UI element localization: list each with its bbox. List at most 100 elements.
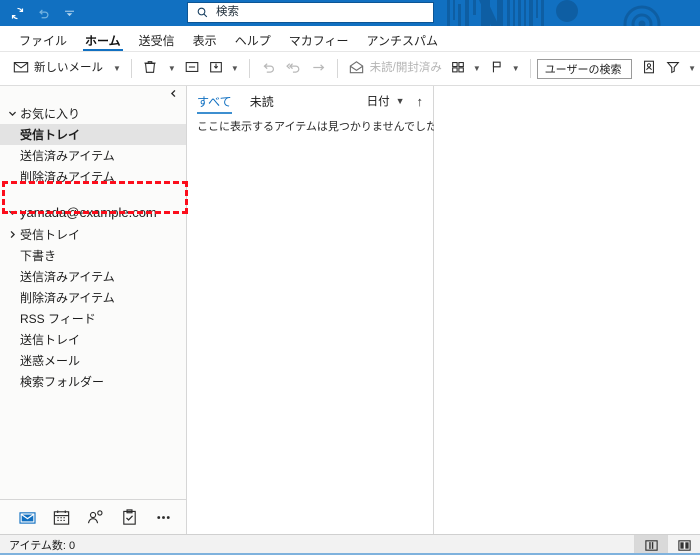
title-bar: 検索 [0,0,700,26]
unread-read-button[interactable]: 未読/開封済み [344,56,446,81]
arrow-up-icon[interactable]: ↑ [417,95,424,108]
tasks-icon[interactable] [112,504,146,530]
sidebar-item-account-search-folders[interactable]: 検索フォルダー [0,371,186,392]
flag-button[interactable]: ▼ [485,56,524,81]
chevron-down-icon [8,208,20,217]
calendar-icon[interactable] [44,504,78,530]
main-body: お気に入り 受信トレイ 送信済みアイテム 削除済みアイテム yamada@exa… [0,86,700,534]
undo-icon[interactable] [35,5,52,22]
sidebar-item-label: 削除済みアイテム [20,168,115,185]
flag-icon [489,59,505,78]
forward-button[interactable] [306,56,331,81]
status-bar: アイテム数: 0 [0,534,700,555]
filter-tab-unread[interactable]: 未読 [250,93,274,114]
new-mail-label: 新しいメール [34,63,103,75]
chevron-left-icon[interactable] [169,87,178,101]
tab-view[interactable]: 表示 [184,35,226,51]
message-list-body[interactable] [187,134,433,534]
sidebar-item-account-sent[interactable]: 送信済みアイテム [0,266,186,287]
chevron-down-icon[interactable]: ▼ [396,96,405,106]
quick-access-toolbar [0,5,78,22]
filter-funnel-icon [665,59,681,78]
ribbon-separator [249,59,250,78]
tab-mcafee[interactable]: マカフィー [280,35,358,51]
tab-home[interactable]: ホーム [76,35,130,51]
move-button[interactable]: ▼ [204,56,243,81]
outlook-window: 検索 [0,0,700,555]
chevron-down-icon [8,109,20,118]
sidebar-item-account[interactable]: yamada@example.com [0,200,186,224]
chevron-down-icon: ▼ [473,64,481,73]
message-list-pane: すべて 未読 日付 ▼ ↑ ここに表示するアイテムは見つかりませんでした。 [187,86,434,534]
delete-dropdown[interactable]: ▼ [162,56,180,81]
sort-controls: 日付 ▼ ↑ [367,93,423,113]
unread-read-label: 未読/開封済み [370,63,442,75]
reply-all-icon [285,59,302,79]
mail-icon[interactable] [10,504,44,530]
archive-icon [184,59,200,78]
sidebar-item-label: 迷惑メール [20,352,80,369]
sidebar-item-favorites-deleted[interactable]: 削除済みアイテム [0,166,186,187]
sidebar-item-label: RSS フィード [20,310,96,327]
reading-view-button[interactable] [667,535,700,555]
tab-file[interactable]: ファイル [10,35,76,51]
categorize-button[interactable]: ▼ [446,56,485,81]
folder-group-favorites[interactable]: お気に入り [0,103,186,124]
envelope-icon [13,59,29,78]
sidebar-item-label: 送信済みアイテム [20,268,115,285]
forward-arrow-icon [310,59,327,79]
tab-send-receive[interactable]: 送受信 [130,35,184,51]
title-bar-decoration [437,0,700,26]
people-icon[interactable] [78,504,112,530]
sidebar-item-favorites-inbox[interactable]: 受信トレイ [0,124,186,145]
chevron-down-icon: ▼ [113,64,121,73]
more-options-icon[interactable] [146,504,180,530]
sidebar-item-account-inbox[interactable]: 受信トレイ [0,224,186,245]
undo-button[interactable] [256,56,281,81]
sidebar-item-account-rss[interactable]: RSS フィード [0,308,186,329]
customize-quick-access-icon[interactable] [61,5,78,22]
account-email-label: yamada@example.com [20,205,157,220]
chevron-down-icon: ▼ [168,64,176,73]
view-mode-buttons [634,535,700,555]
trash-icon [142,59,158,78]
sidebar-item-account-junk[interactable]: 迷惑メール [0,350,186,371]
chevron-right-icon [8,230,20,239]
sidebar-item-label: 受信トレイ [20,226,80,243]
folder-group-favorites-label: お気に入り [20,105,80,122]
sidebar-item-favorites-sent[interactable]: 送信済みアイテム [0,145,186,166]
chevron-down-icon: ▼ [688,64,696,73]
open-envelope-icon [348,59,365,79]
ribbon-separator [530,59,531,78]
sidebar-item-account-outbox[interactable]: 送信トレイ [0,329,186,350]
folder-list-spacer [0,187,186,200]
sidebar-item-label: 検索フォルダー [20,373,104,390]
sort-by-button[interactable]: 日付 [367,93,390,109]
global-search-text: 検索 [216,7,239,19]
folder-pane-collapse-row [0,86,186,102]
empty-list-message: ここに表示するアイテムは見つかりませんでした。 [187,116,433,134]
tab-help[interactable]: ヘルプ [226,35,280,51]
sync-icon[interactable] [9,5,26,22]
filter-tab-all[interactable]: すべて [197,93,232,114]
sidebar-item-account-deleted[interactable]: 削除済みアイテム [0,287,186,308]
reading-pane [434,86,700,534]
reply-all-button[interactable] [281,56,306,81]
filter-button[interactable]: ▼ [661,56,700,81]
sidebar-item-label: 下書き [20,247,56,264]
archive-button[interactable] [180,56,204,81]
module-switcher-bar [0,499,186,534]
address-book-button[interactable] [637,56,661,81]
global-search-box[interactable]: 検索 [187,2,434,23]
normal-view-button[interactable] [634,535,667,555]
search-icon [196,6,209,19]
folder-pane: お気に入り 受信トレイ 送信済みアイテム 削除済みアイテム yamada@exa… [0,86,187,534]
tab-antispam[interactable]: アンチスパム [357,35,447,51]
move-to-folder-icon [208,59,224,78]
new-mail-button[interactable]: 新しいメール [9,56,107,81]
sidebar-item-account-drafts[interactable]: 下書き [0,245,186,266]
people-search-input[interactable]: ユーザーの検索 [537,59,632,79]
ribbon-toolbar: 新しいメール ▼ ▼ [0,52,700,86]
delete-button[interactable] [138,56,162,81]
new-mail-dropdown[interactable]: ▼ [107,56,125,81]
